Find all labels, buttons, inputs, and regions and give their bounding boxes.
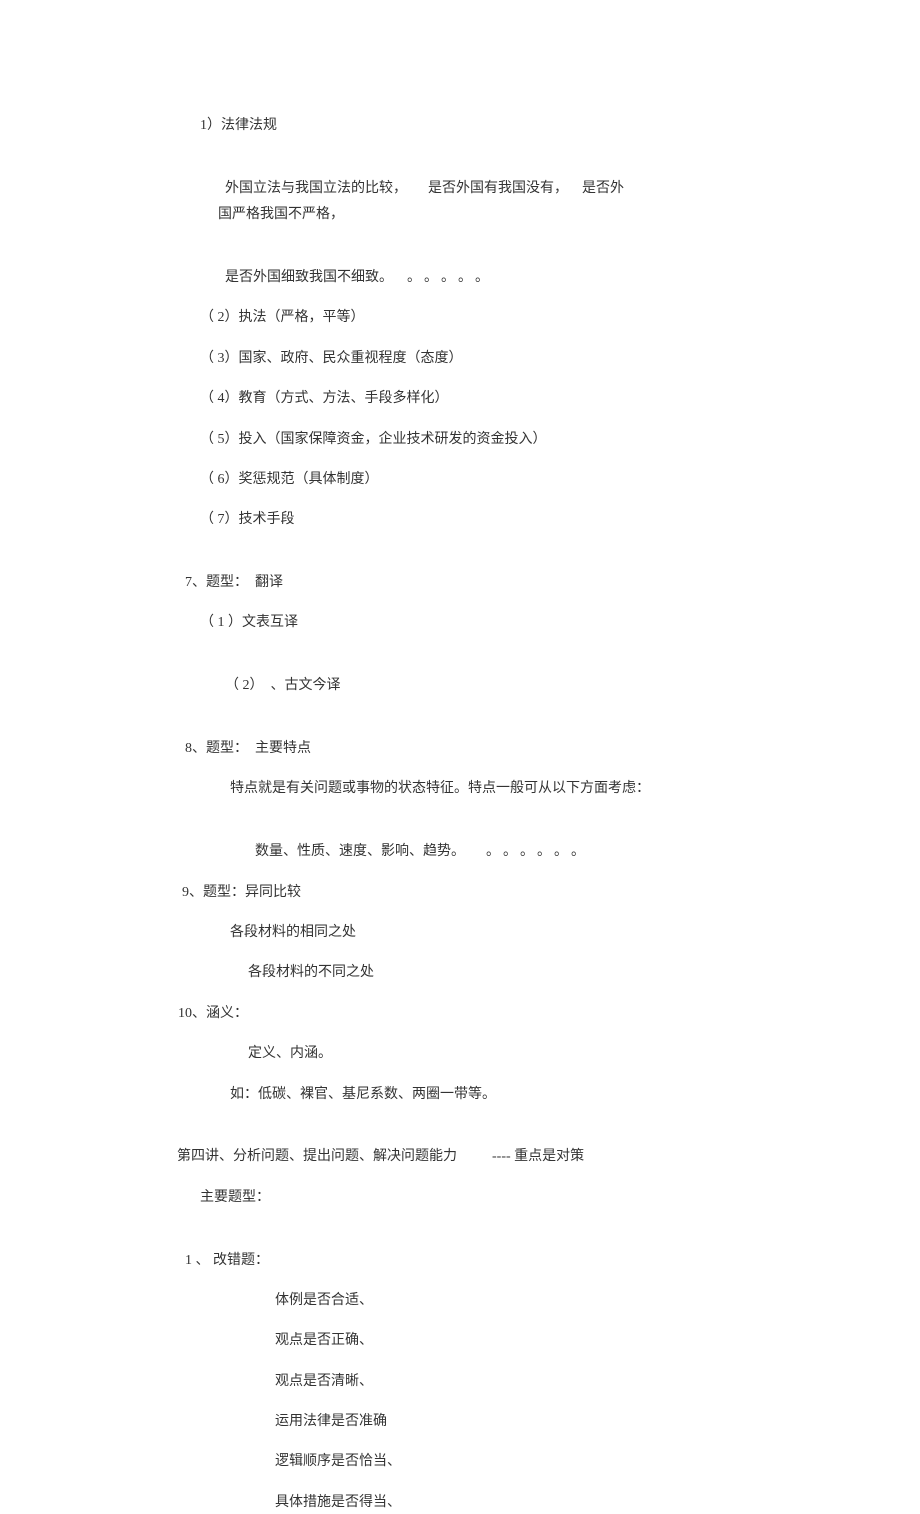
para-21-example: 如：低碳、裸官、基尼系数、两圈一带等。: [170, 1084, 750, 1106]
para-10-type7: 7、题型： 翻译: [170, 550, 750, 595]
gap3: [393, 270, 407, 285]
gap-p22a: [457, 1149, 492, 1164]
para-26-viewpoint: 观点是否正确、: [170, 1330, 750, 1352]
p13-val: 主要特点: [255, 741, 311, 756]
para-15-quantity: 数量、性质、速度、影响、趋势。 。。。。。。: [170, 819, 750, 864]
p15a: 数量、性质、速度、影响、趋势。: [255, 844, 465, 859]
para-27-clear: 观点是否清晰、: [170, 1371, 750, 1393]
para-2-cont: 国严格我国不严格，: [170, 204, 750, 226]
para-4-enforcement: （ 2）执法（严格，平等）: [170, 307, 750, 329]
para-11-translate1: （ 1 ）文表互译: [170, 612, 750, 634]
para-3-detail: 是否外国细致我国不细致。 。。。。。: [170, 245, 750, 290]
para-5-attention: （ 3）国家、政府、民众重视程度（态度）: [170, 348, 750, 370]
p22a: 第四讲、分析问题、提出问题、解决问题能力: [177, 1149, 457, 1164]
p10-label: 7、题型：: [185, 575, 248, 590]
para-23-main-types: 主要题型：: [170, 1187, 750, 1209]
para-24-correction: 1 、 改错题：: [170, 1227, 750, 1272]
p15-dots: 。。。。。。: [486, 844, 595, 859]
p12-num: （ 2）: [225, 678, 264, 693]
para-18-different: 各段材料的不同之处: [170, 962, 750, 984]
gap-p15: [465, 844, 486, 859]
p22c: 重点是对策: [514, 1149, 584, 1164]
para-1-laws: 1）法律法规: [170, 115, 750, 137]
p3-dots: 。。。。。: [407, 270, 499, 285]
para-12-translate2: （ 2） 、古文今译: [170, 653, 750, 698]
gap-p10: [248, 575, 255, 590]
p12-text: 、古文今译: [271, 678, 341, 693]
para-2-foreign-legislation: 外国立法与我国立法的比较， 是否外国有我国没有， 是否外: [170, 155, 750, 200]
para-29-logic: 逻辑顺序是否恰当、: [170, 1451, 750, 1473]
p24-num: 1 、: [185, 1253, 210, 1268]
para-9-technical: （ 7）技术手段: [170, 509, 750, 531]
para-7-investment: （ 5）投入（国家保障资金，企业技术研发的资金投入）: [170, 429, 750, 451]
para-13-type8: 8、题型： 主要特点: [170, 716, 750, 761]
para-16-type9: 9、题型：异同比较: [170, 882, 750, 904]
para-28-law: 运用法律是否准确: [170, 1411, 750, 1433]
p22b: ----: [492, 1149, 511, 1164]
para-30-measures: 具体措施是否得当、: [170, 1492, 750, 1514]
para-17-same: 各段材料的相同之处: [170, 922, 750, 944]
gap2: [568, 181, 582, 196]
para-6-education: （ 4）教育（方式、方法、手段多样化）: [170, 388, 750, 410]
p3a: 是否外国细致我国不细致。: [225, 270, 393, 285]
para-25-format: 体例是否合适、: [170, 1290, 750, 1312]
p24-text: 改错题：: [213, 1253, 269, 1268]
gap-p13: [248, 741, 255, 756]
p13-label: 8、题型：: [185, 741, 248, 756]
gap-p12: [264, 678, 271, 693]
para-22-lecture4: 第四讲、分析问题、提出问题、解决问题能力 ---- 重点是对策: [170, 1124, 750, 1169]
p2a: 外国立法与我国立法的比较，: [225, 181, 407, 196]
p2b: 是否外国有我国没有，: [428, 181, 568, 196]
gap1: [407, 181, 428, 196]
p2c: 是否外: [582, 181, 624, 196]
para-19-type10: 10、涵义：: [170, 1003, 750, 1025]
para-8-reward: （ 6）奖惩规范（具体制度）: [170, 469, 750, 491]
p10-val: 翻译: [255, 575, 283, 590]
para-14-characteristic: 特点就是有关问题或事物的状态特征。特点一般可从以下方面考虑：: [170, 778, 750, 800]
para-20-definition: 定义、内涵。: [170, 1043, 750, 1065]
